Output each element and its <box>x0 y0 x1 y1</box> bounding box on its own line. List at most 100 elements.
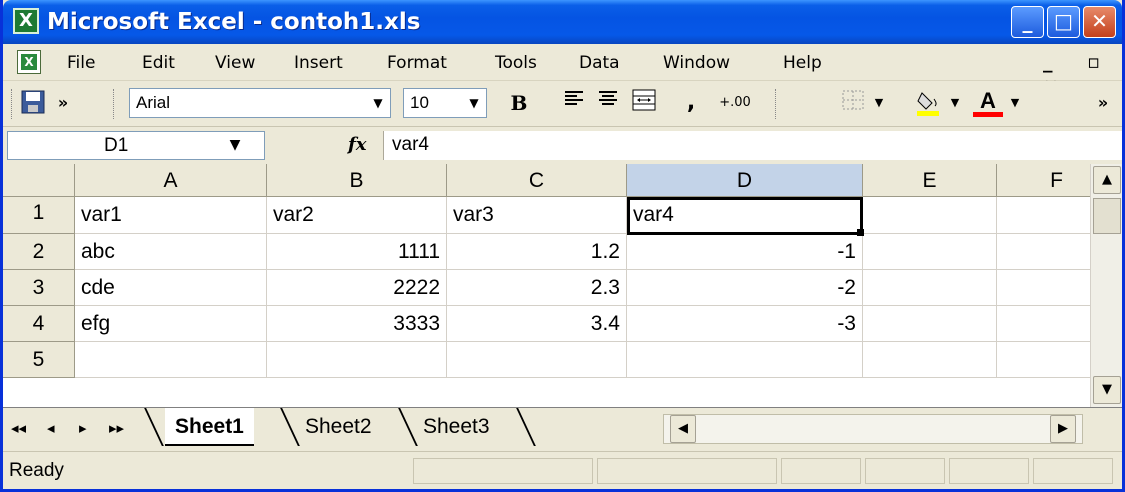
column-header-b[interactable]: B <box>267 164 447 197</box>
borders-dropdown-icon[interactable]: ▼ <box>871 89 887 117</box>
menu-edit[interactable]: Edit <box>142 53 175 73</box>
workbook-icon[interactable]: X <box>17 50 41 74</box>
name-box-dropdown-icon[interactable]: ▼ <box>223 133 247 157</box>
align-left-icon[interactable] <box>559 89 589 117</box>
column-header-f[interactable]: F <box>997 164 1090 197</box>
last-sheet-icon[interactable]: ▸▸ <box>109 418 124 438</box>
insert-function-icon[interactable]: fx <box>348 135 366 155</box>
cell-f3[interactable] <box>997 270 1090 306</box>
cell-c4[interactable]: 3.4 <box>447 306 627 342</box>
menu-help[interactable]: Help <box>783 53 822 73</box>
toolbar-grip <box>113 89 116 119</box>
column-header-a[interactable]: A <box>75 164 267 197</box>
cell-c2[interactable]: 1.2 <box>447 234 627 270</box>
cell-a1[interactable]: var1 <box>75 197 267 234</box>
save-icon[interactable] <box>19 89 47 117</box>
cell-a5[interactable] <box>75 342 267 378</box>
cell-d3[interactable]: -2 <box>627 270 863 306</box>
cell-b2[interactable]: 1111 <box>267 234 447 270</box>
toolbar-overflow-icon[interactable]: » <box>1091 89 1115 117</box>
column-header-c[interactable]: C <box>447 164 627 197</box>
increase-decimal-button[interactable]: +.00 <box>715 89 755 117</box>
cell-a4[interactable]: efg <box>75 306 267 342</box>
cell-b4[interactable]: 3333 <box>267 306 447 342</box>
cell-f1[interactable] <box>997 197 1090 234</box>
font-color-button[interactable]: A <box>973 89 1003 117</box>
align-center-icon[interactable] <box>593 89 623 117</box>
font-name-field[interactable]: Arial <box>129 88 391 118</box>
close-button[interactable]: ✕ <box>1083 6 1116 38</box>
font-dropdown-icon[interactable]: ▼ <box>367 89 389 117</box>
cell-c5[interactable] <box>447 342 627 378</box>
minimize-button[interactable]: _ <box>1011 6 1044 38</box>
tab-separator <box>516 408 536 446</box>
cell-a2[interactable]: abc <box>75 234 267 270</box>
cell-b5[interactable] <box>267 342 447 378</box>
menu-insert[interactable]: Insert <box>294 53 343 73</box>
fill-color-dropdown-icon[interactable]: ▼ <box>947 89 963 117</box>
fill-handle[interactable] <box>857 229 864 236</box>
scroll-left-icon[interactable]: ◀ <box>670 415 696 443</box>
cell-d2[interactable]: -1 <box>627 234 863 270</box>
row-header-4[interactable]: 4 <box>3 306 75 342</box>
scroll-up-icon[interactable]: ▲ <box>1093 166 1121 194</box>
formula-input[interactable]: var4 <box>383 131 1122 160</box>
cell-b1[interactable]: var2 <box>267 197 447 234</box>
title-bar[interactable]: X Microsoft Excel - contoh1.xls _ □ ✕ <box>3 0 1122 44</box>
cell-e5[interactable] <box>863 342 997 378</box>
menu-data[interactable]: Data <box>579 53 620 73</box>
row-header-5[interactable]: 5 <box>3 342 75 378</box>
menu-view[interactable]: View <box>215 53 255 73</box>
cell-d1[interactable]: var4 <box>627 197 863 234</box>
scroll-down-icon[interactable]: ▼ <box>1093 376 1121 404</box>
cell-c3[interactable]: 2.3 <box>447 270 627 306</box>
scroll-right-icon[interactable]: ▶ <box>1050 415 1076 443</box>
row-header-2[interactable]: 2 <box>3 234 75 270</box>
tab-sheet1[interactable]: Sheet1 <box>165 408 254 446</box>
font-size-dropdown-icon[interactable]: ▼ <box>463 89 485 117</box>
merge-center-icon[interactable] <box>629 89 659 117</box>
cell-d5[interactable] <box>627 342 863 378</box>
tab-sheet2[interactable]: Sheet2 <box>295 408 382 446</box>
column-header-d[interactable]: D <box>627 164 863 197</box>
cell-b3[interactable]: 2222 <box>267 270 447 306</box>
tab-sheet3[interactable]: Sheet3 <box>413 408 500 446</box>
cell-a3[interactable]: cde <box>75 270 267 306</box>
status-panel <box>781 458 861 484</box>
cell-f5[interactable] <box>997 342 1090 378</box>
vertical-scrollbar[interactable]: ▲ ▼ <box>1090 164 1122 407</box>
column-header-e[interactable]: E <box>863 164 997 197</box>
window-title: Microsoft Excel - contoh1.xls <box>47 9 421 35</box>
prev-sheet-icon[interactable]: ◂ <box>47 418 55 438</box>
next-sheet-icon[interactable]: ▸ <box>79 418 87 438</box>
worksheet-grid[interactable]: A B C D E F 1 2 3 4 5 var1 var2 var3 var… <box>3 164 1090 407</box>
font-color-dropdown-icon[interactable]: ▼ <box>1007 89 1023 117</box>
first-sheet-icon[interactable]: ◂◂ <box>11 418 26 438</box>
cell-d4[interactable]: -3 <box>627 306 863 342</box>
row-header-3[interactable]: 3 <box>3 270 75 306</box>
bold-button[interactable]: B <box>505 89 533 117</box>
cell-e2[interactable] <box>863 234 997 270</box>
toolbar-separator <box>775 89 778 119</box>
horizontal-scrollbar[interactable]: ◀ ▶ <box>663 414 1083 444</box>
toolbar-chevron-icon[interactable]: » <box>51 89 75 117</box>
toolbar-grip[interactable] <box>11 89 14 119</box>
cell-e3[interactable] <box>863 270 997 306</box>
excel-icon[interactable]: X <box>13 8 39 34</box>
menu-window[interactable]: Window <box>663 53 730 73</box>
cell-e1[interactable] <box>863 197 997 234</box>
comma-style-button[interactable]: , <box>679 89 703 117</box>
row-header-1[interactable]: 1 <box>3 197 75 234</box>
borders-icon[interactable] <box>839 89 867 117</box>
cell-f2[interactable] <box>997 234 1090 270</box>
cell-f4[interactable] <box>997 306 1090 342</box>
menu-file[interactable]: File <box>67 53 95 73</box>
maximize-button[interactable]: □ <box>1047 6 1080 38</box>
select-all-corner[interactable] <box>3 164 75 197</box>
menu-tools[interactable]: Tools <box>495 53 537 73</box>
cell-e4[interactable] <box>863 306 997 342</box>
cell-c1[interactable]: var3 <box>447 197 627 234</box>
vertical-scroll-thumb[interactable] <box>1093 198 1121 234</box>
menu-format[interactable]: Format <box>387 53 447 73</box>
fill-color-icon[interactable] <box>913 89 943 117</box>
